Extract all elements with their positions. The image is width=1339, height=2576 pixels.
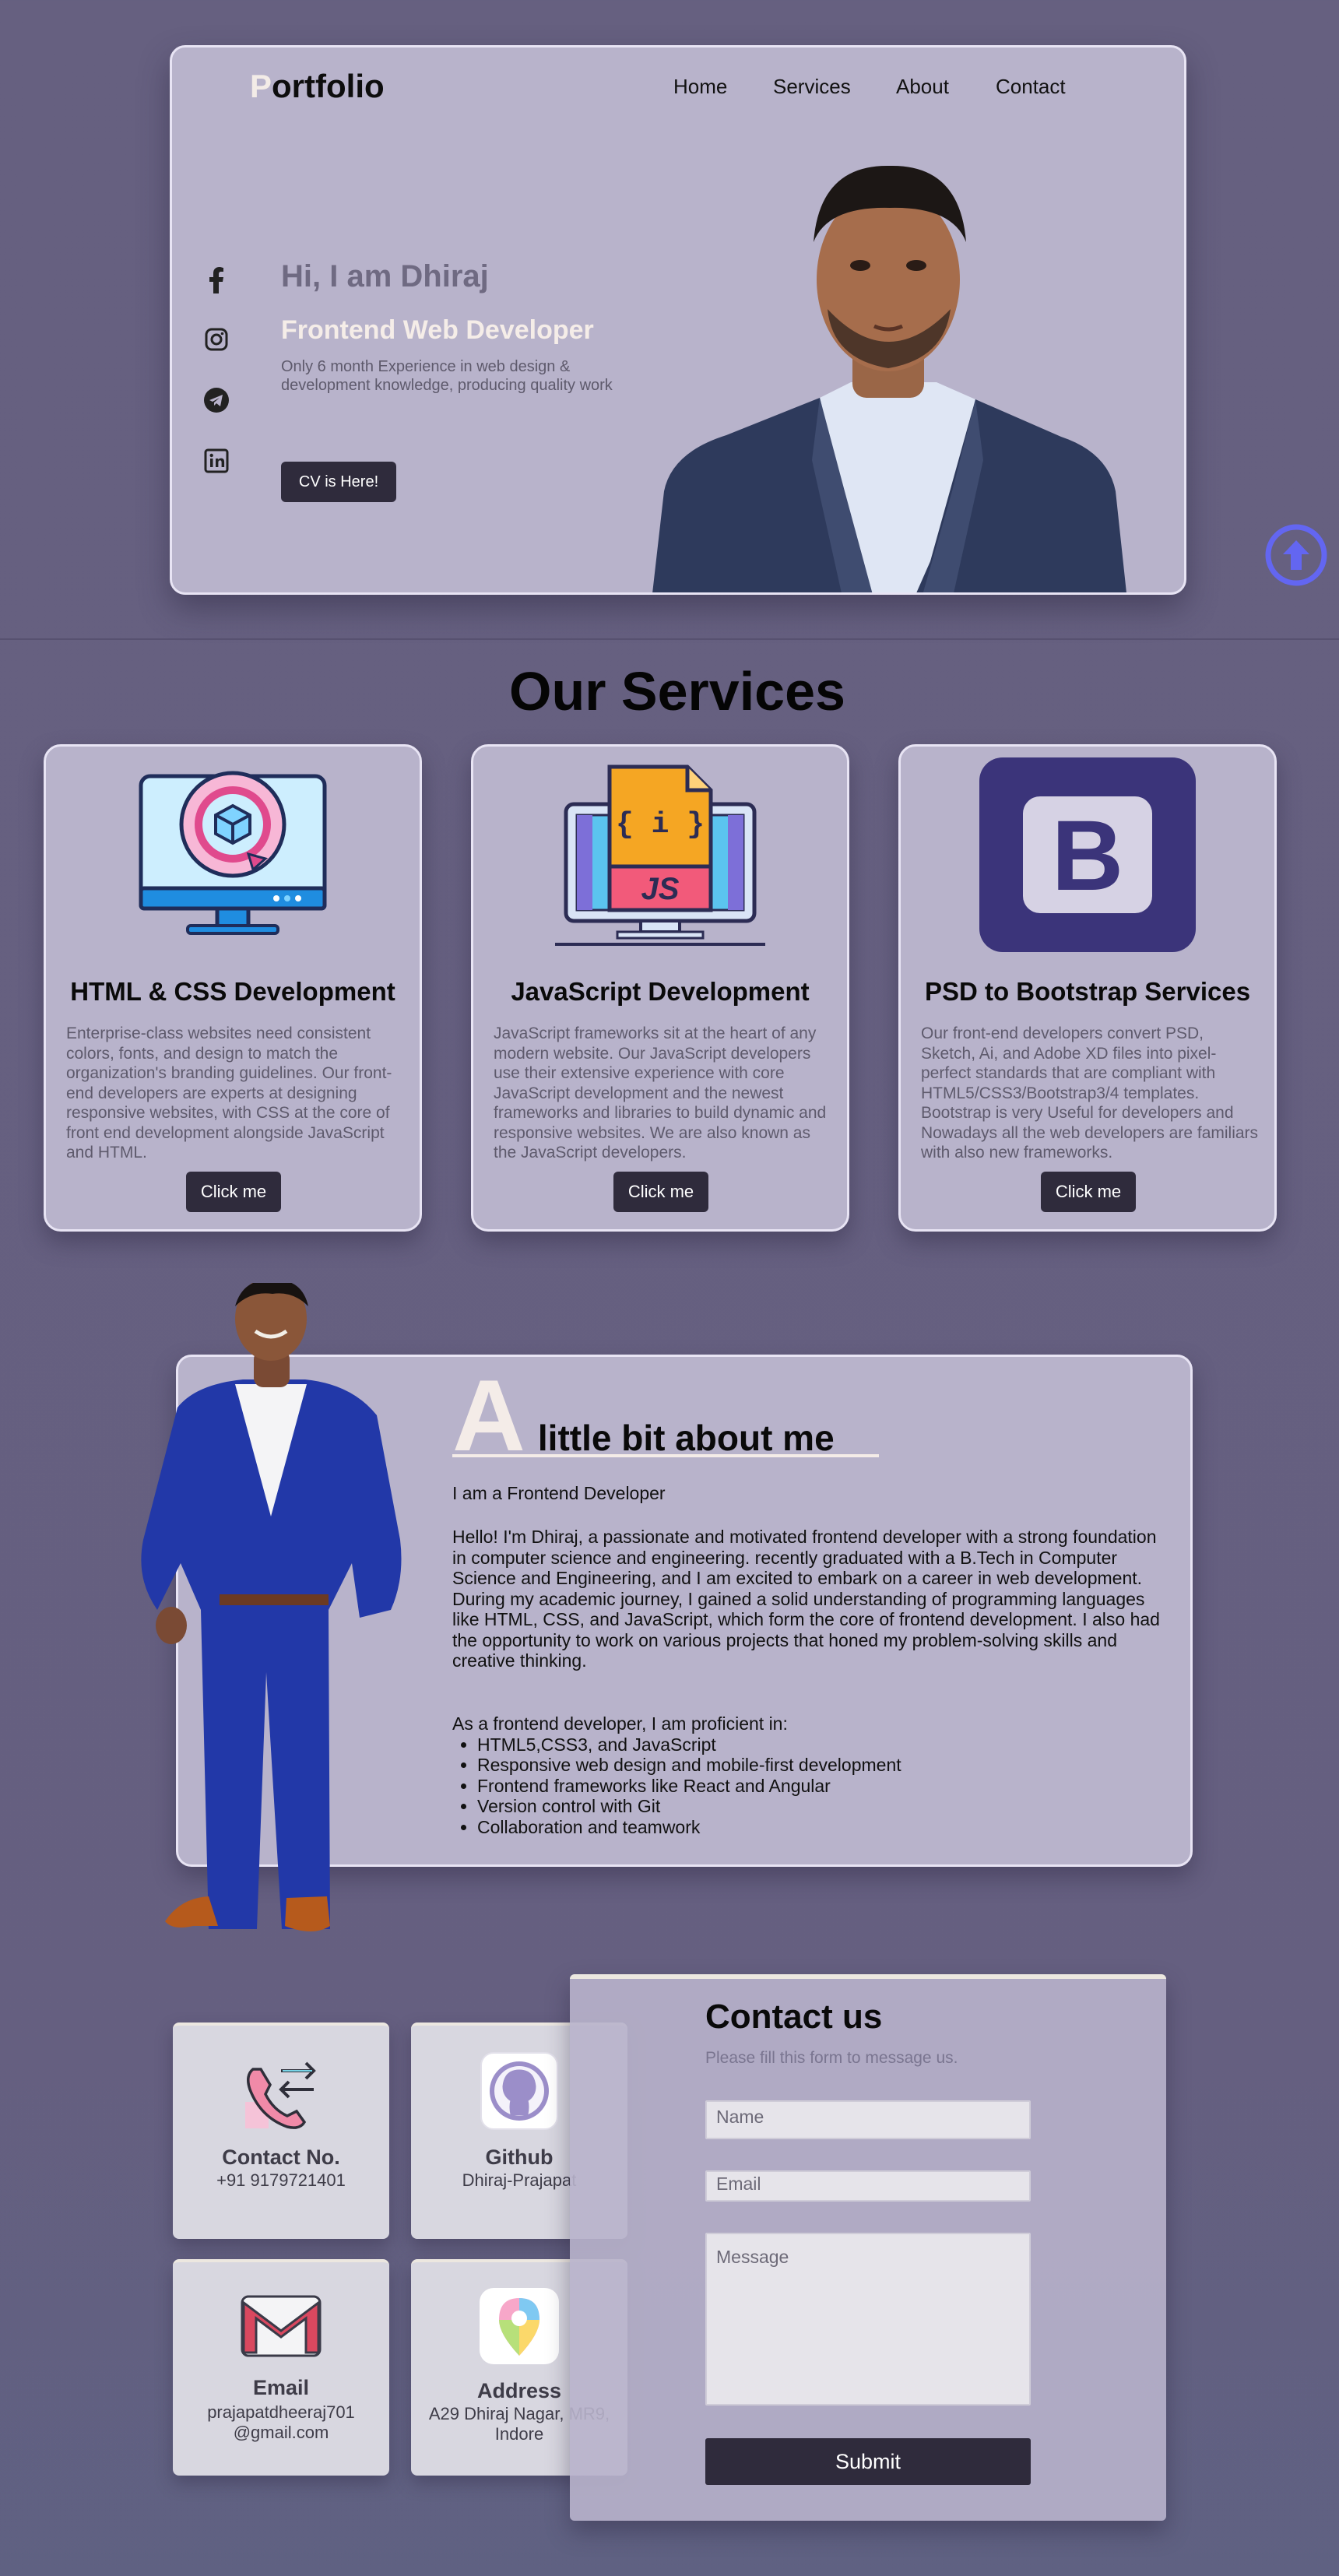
contact-card-title: Contact No. [222,2145,340,2169]
contact-title: Contact us [705,1998,883,2036]
contact-card-text: +91 9179721401 [216,2170,346,2190]
contact-subtitle: Please fill this form to message us. [705,2049,958,2067]
service-title: PSD to Bootstrap Services [924,977,1251,1006]
submit-button[interactable]: Submit [705,2438,1031,2485]
service-card-javascript: { i } JS JavaScript Development JavaScri… [471,744,849,1232]
hero-role: Frontend Web Developer [281,315,594,345]
about-subtitle: I am a Frontend Developer [452,1483,666,1503]
js-icon-braces: { i } [616,808,705,842]
instagram-icon[interactable] [203,326,230,353]
scroll-top-icon[interactable] [1264,523,1328,587]
contact-card-title: Email [252,2376,310,2399]
contact-form: Contact us Please fill this form to mess… [570,1974,1166,2521]
skills-intro: As a frontend developer, I am proficient… [452,1713,788,1734]
skills-section: As a frontend developer, I am proficient… [452,1713,1153,1837]
service-description: Enterprise-class websites need consisten… [66,1024,392,1161]
javascript-file-icon: { i } JS [473,757,847,960]
skills-list: HTML5,CSS3, and JavaScript Responsive we… [452,1734,1153,1838]
about-body: Hello! I'm Dhiraj, a passionate and moti… [452,1527,1169,1671]
nav-contact[interactable]: Contact [996,75,1066,99]
service-title: JavaScript Development [511,977,810,1006]
profile-photo [652,165,1126,592]
contact-card-email: Email prajapatdheeraj701 @gmail.com [173,2259,389,2476]
skill-item: Responsive web design and mobile-first d… [477,1755,1153,1776]
logo[interactable]: Portfolio [250,68,385,105]
html-css-monitor-icon [46,757,420,960]
hero-description: Only 6 month Experience in web design & … [281,358,613,394]
phone-transfer-icon [173,2055,389,2133]
nav-services[interactable]: Services [773,75,851,99]
skill-item: Frontend frameworks like React and Angul… [477,1776,1153,1797]
facebook-icon[interactable] [203,267,230,293]
skill-item: HTML5,CSS3, and JavaScript [477,1734,1153,1755]
gmail-icon [173,2295,389,2357]
about-heading-letter: A [452,1358,525,1472]
contact-card-text: prajapatdheeraj701 [207,2402,355,2422]
cv-button[interactable]: CV is Here! [281,462,396,502]
js-icon-label: JS [641,872,680,906]
about-heading: Alittle bit about me [452,1358,835,1472]
bootstrap-icon-letter: B [1052,800,1123,912]
email-field[interactable]: Email [705,2170,1031,2202]
about-paragraph: During my academic journey, I gained a s… [452,1588,1160,1671]
service-title: HTML & CSS Development [70,977,395,1006]
contact-card-phone: Contact No. +91 9179721401 [173,2022,389,2239]
skill-item: Version control with Git [477,1796,1153,1817]
nav-home[interactable]: Home [673,75,727,99]
about-paragraph: Hello! I'm Dhiraj, a passionate and moti… [452,1527,1157,1588]
services-title: Our Services [509,661,845,722]
skill-item: Collaboration and teamwork [477,1817,1153,1838]
message-field[interactable]: Message [705,2233,1031,2406]
service-card-bootstrap: B PSD to Bootstrap Services Our front-en… [898,744,1277,1232]
contact-card-text: @gmail.com [233,2423,329,2442]
click-me-button[interactable]: Click me [186,1172,281,1212]
telegram-icon[interactable] [203,387,230,413]
service-description: JavaScript frameworks sit at the heart o… [494,1024,827,1161]
service-description: Our front-end developers convert PSD, Sk… [921,1024,1259,1161]
name-field[interactable]: Name [705,2100,1031,2139]
heading-underline [452,1454,879,1457]
linkedin-icon[interactable] [203,448,230,474]
about-photo [141,1283,402,1931]
click-me-button[interactable]: Click me [1041,1172,1136,1212]
hero-section: Portfolio Home Services About Contact Hi… [170,45,1186,595]
nav-about[interactable]: About [896,75,949,99]
service-card-html-css: HTML & CSS Development Enterprise-class … [44,744,422,1232]
bootstrap-logo-icon: B [901,757,1274,960]
hero-greeting: Hi, I am Dhiraj [281,259,489,293]
section-divider [0,638,1339,640]
click-me-button[interactable]: Click me [613,1172,708,1212]
about-heading-text: little bit about me [537,1418,835,1458]
